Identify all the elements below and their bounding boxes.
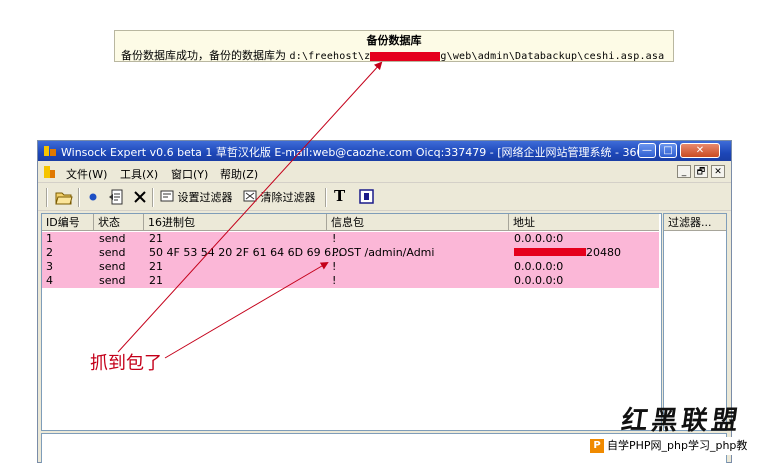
annotation-caption: 抓到包了 — [90, 353, 162, 374]
watermark-php: P 自学PHP网_php学习_php教 — [590, 437, 748, 455]
annotation-arrows — [117, 61, 383, 359]
watermark-php-text: 自学PHP网_php学习_php教 — [607, 439, 748, 452]
arrow-to-packet — [164, 261, 329, 359]
watermark-logo: 红黑联盟 — [619, 406, 744, 436]
php-logo-icon: P — [590, 439, 604, 453]
